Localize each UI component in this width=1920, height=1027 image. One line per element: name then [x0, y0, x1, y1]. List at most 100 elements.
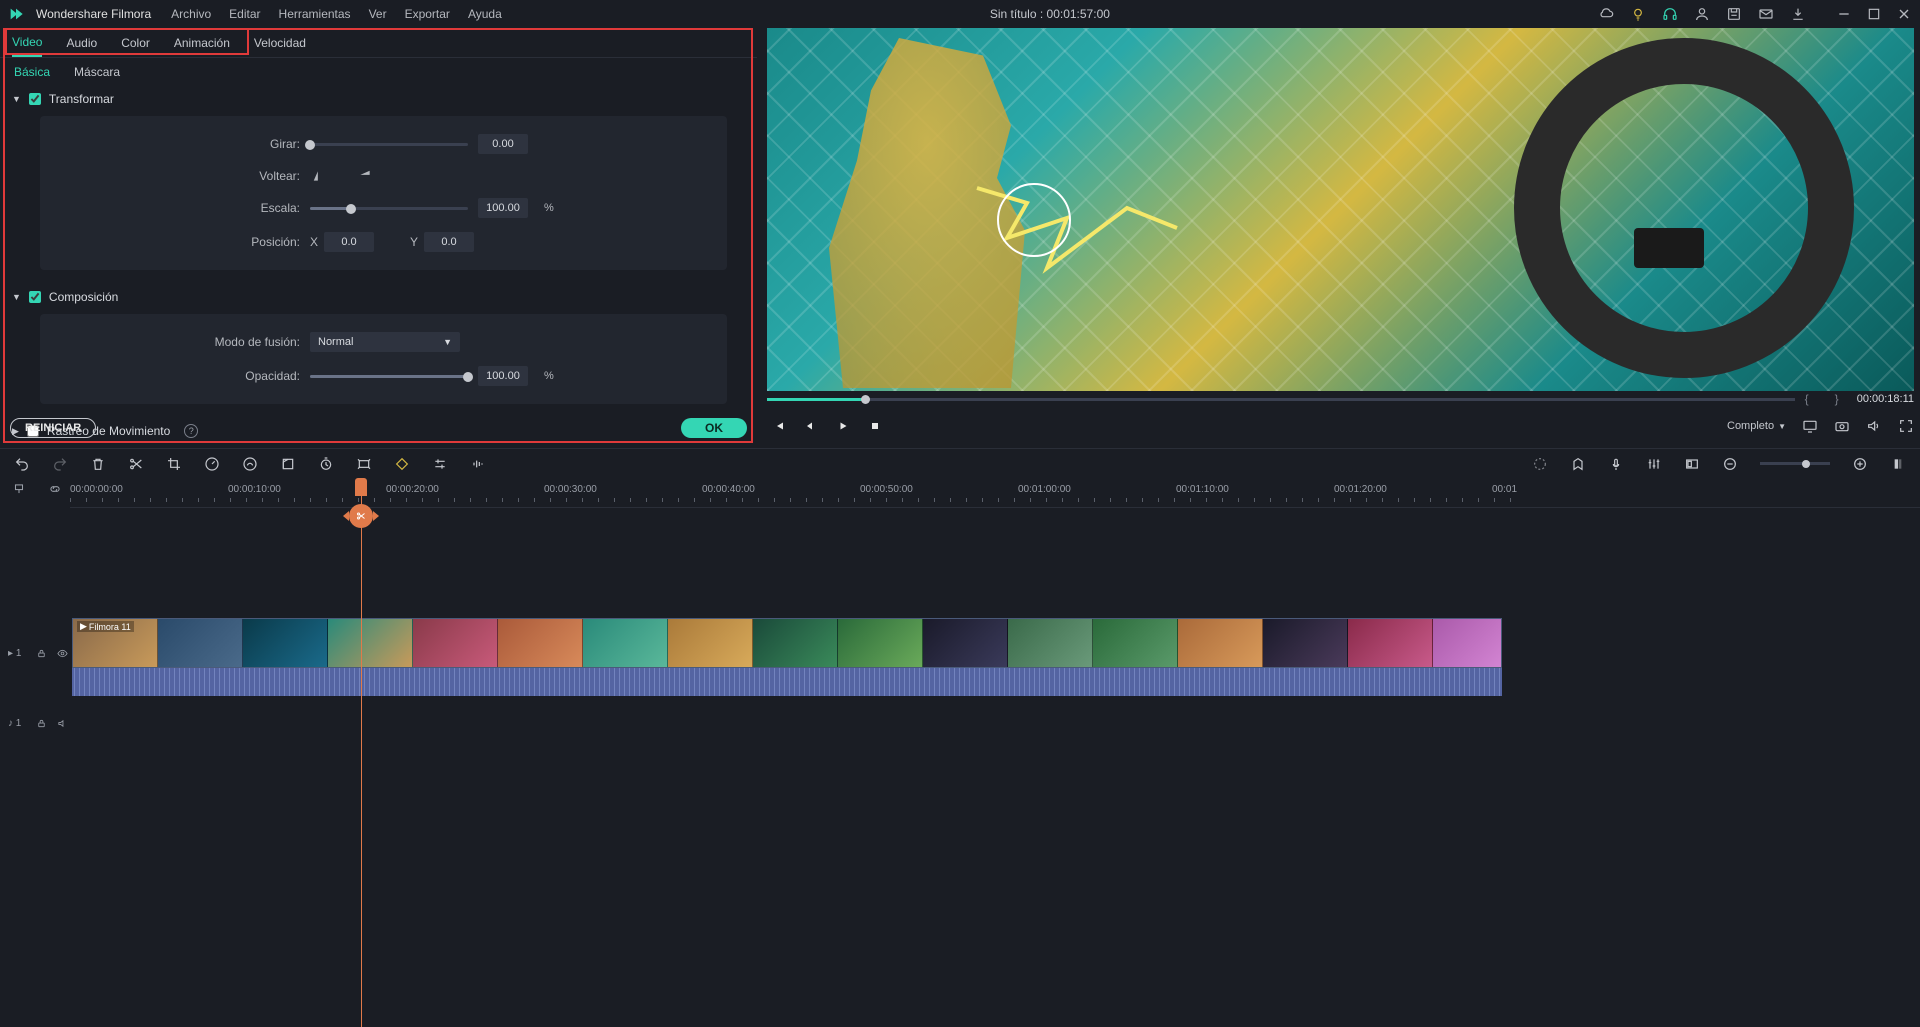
timeline-toolbar [0, 448, 1920, 478]
zoom-fit-icon[interactable] [1890, 456, 1906, 472]
scale-input[interactable] [478, 198, 528, 218]
subtab-mascara[interactable]: Máscara [74, 61, 120, 83]
lock-icon[interactable] [36, 718, 47, 729]
tab-velocidad[interactable]: Velocidad [254, 30, 306, 56]
playhead[interactable] [361, 478, 362, 1027]
menu-editar[interactable]: Editar [229, 7, 260, 21]
menu-exportar[interactable]: Exportar [405, 7, 450, 21]
flip-vertical-icon[interactable] [356, 168, 374, 184]
zoom-in-icon[interactable] [1852, 456, 1868, 472]
eye-icon[interactable] [57, 648, 68, 659]
menu-ver[interactable]: Ver [369, 7, 387, 21]
autoframe-icon[interactable] [356, 456, 372, 472]
lightbulb-icon[interactable] [1630, 6, 1646, 22]
blend-mode-dropdown[interactable]: Normal ▼ [310, 332, 460, 352]
playhead-split-icon[interactable] [349, 504, 373, 528]
scrubber-track[interactable] [767, 398, 1795, 401]
property-sub-tabs: Básica Máscara [0, 58, 757, 86]
audio-waveform[interactable] [72, 668, 1502, 696]
ok-button[interactable]: OK [681, 418, 747, 438]
maximize-icon[interactable] [1866, 6, 1882, 22]
timeline-pin-icon[interactable] [12, 482, 26, 496]
in-out-brackets[interactable]: { } [1805, 392, 1843, 406]
opacity-unit: % [544, 370, 554, 382]
opacity-input[interactable] [478, 366, 528, 386]
tab-audio[interactable]: Audio [66, 30, 97, 56]
scissors-icon[interactable] [128, 456, 144, 472]
save-icon[interactable] [1726, 6, 1742, 22]
zoom-slider[interactable] [1760, 462, 1830, 465]
reset-button[interactable]: REINICIAR [10, 418, 96, 438]
cloud-icon[interactable] [1598, 6, 1614, 22]
keyframe-icon[interactable] [394, 456, 410, 472]
undo-icon[interactable] [14, 456, 30, 472]
zoom-out-icon[interactable] [1722, 456, 1738, 472]
mute-icon[interactable] [57, 718, 68, 729]
thumbnail-icon[interactable] [1684, 456, 1700, 472]
user-icon[interactable] [1694, 6, 1710, 22]
minimize-icon[interactable] [1836, 6, 1852, 22]
opacity-slider[interactable] [310, 375, 468, 378]
subtab-basica[interactable]: Básica [14, 61, 50, 83]
property-category-tabs: Video Audio Color Animación Velocidad [0, 28, 757, 58]
record-icon[interactable] [1608, 456, 1624, 472]
tab-color[interactable]: Color [121, 30, 150, 56]
preview-scrubber: { } 00:00:18:11 [767, 393, 1914, 405]
volume-icon[interactable] [1866, 418, 1882, 434]
transform-checkbox[interactable] [29, 93, 41, 105]
duration-icon[interactable] [318, 456, 334, 472]
quality-label: Completo [1727, 420, 1774, 432]
monitor-icon[interactable] [1802, 418, 1818, 434]
speed-icon[interactable] [204, 456, 220, 472]
section-transform-header[interactable]: ▼ Transformar [0, 86, 757, 112]
headphones-icon[interactable] [1662, 6, 1678, 22]
lock-icon[interactable] [36, 648, 47, 659]
flip-horizontal-icon[interactable] [310, 168, 328, 184]
step-back-icon[interactable] [805, 420, 817, 432]
timeline-ruler[interactable]: 00:00:00:0000:00:10:0000:00:20:0000:00:3… [70, 478, 1920, 508]
chevron-down-icon: ▼ [443, 337, 452, 347]
render-icon[interactable] [1532, 456, 1548, 472]
section-composition-header[interactable]: ▼ Composición [0, 284, 757, 310]
menu-ayuda[interactable]: Ayuda [468, 7, 502, 21]
mixer-icon[interactable] [1646, 456, 1662, 472]
trash-icon[interactable] [90, 456, 106, 472]
video-track[interactable]: ▶ Filmora 11 [70, 618, 1920, 698]
play-icon[interactable] [837, 420, 849, 432]
composition-checkbox[interactable] [29, 291, 41, 303]
tab-video[interactable]: Video [12, 29, 42, 57]
ruler-tick: 00:00:30:00 [544, 484, 597, 495]
fullscreen-icon[interactable] [1898, 418, 1914, 434]
quality-dropdown[interactable]: Completo ▼ [1727, 420, 1786, 432]
scale-slider[interactable] [310, 207, 468, 210]
tab-animacion[interactable]: Animación [174, 30, 230, 56]
timeline-link-icon[interactable] [48, 482, 62, 496]
rotate-input[interactable] [478, 134, 528, 154]
pos-y-input[interactable] [424, 232, 474, 252]
project-title: Sin título : 00:01:57:00 [514, 7, 1586, 21]
rotate-slider[interactable] [310, 143, 468, 146]
pos-x-input[interactable] [324, 232, 374, 252]
speed-ramp-icon[interactable] [242, 456, 258, 472]
video-track-header: ▸ 1 [0, 648, 70, 659]
audio-sync-icon[interactable] [470, 456, 486, 472]
close-icon[interactable] [1896, 6, 1912, 22]
transform-title: Transformar [49, 92, 114, 106]
menu-archivo[interactable]: Archivo [171, 7, 211, 21]
stop-icon[interactable] [869, 420, 881, 432]
prev-frame-icon[interactable] [773, 420, 785, 432]
crop-icon[interactable] [166, 456, 182, 472]
titlebar: Wondershare Filmora Archivo Editar Herra… [0, 0, 1920, 28]
redo-icon[interactable] [52, 456, 68, 472]
freeze-icon[interactable] [280, 456, 296, 472]
mail-icon[interactable] [1758, 6, 1774, 22]
marker-icon[interactable] [1570, 456, 1586, 472]
preview-viewport[interactable] [767, 28, 1914, 391]
snapshot-icon[interactable] [1834, 418, 1850, 434]
tracking-marker[interactable] [997, 183, 1071, 257]
menu-herramientas[interactable]: Herramientas [279, 7, 351, 21]
video-clip[interactable]: ▶ Filmora 11 [72, 618, 1502, 668]
download-icon[interactable] [1790, 6, 1806, 22]
adjust-icon[interactable] [432, 456, 448, 472]
ruler-tick: 00:01 [1492, 484, 1517, 495]
